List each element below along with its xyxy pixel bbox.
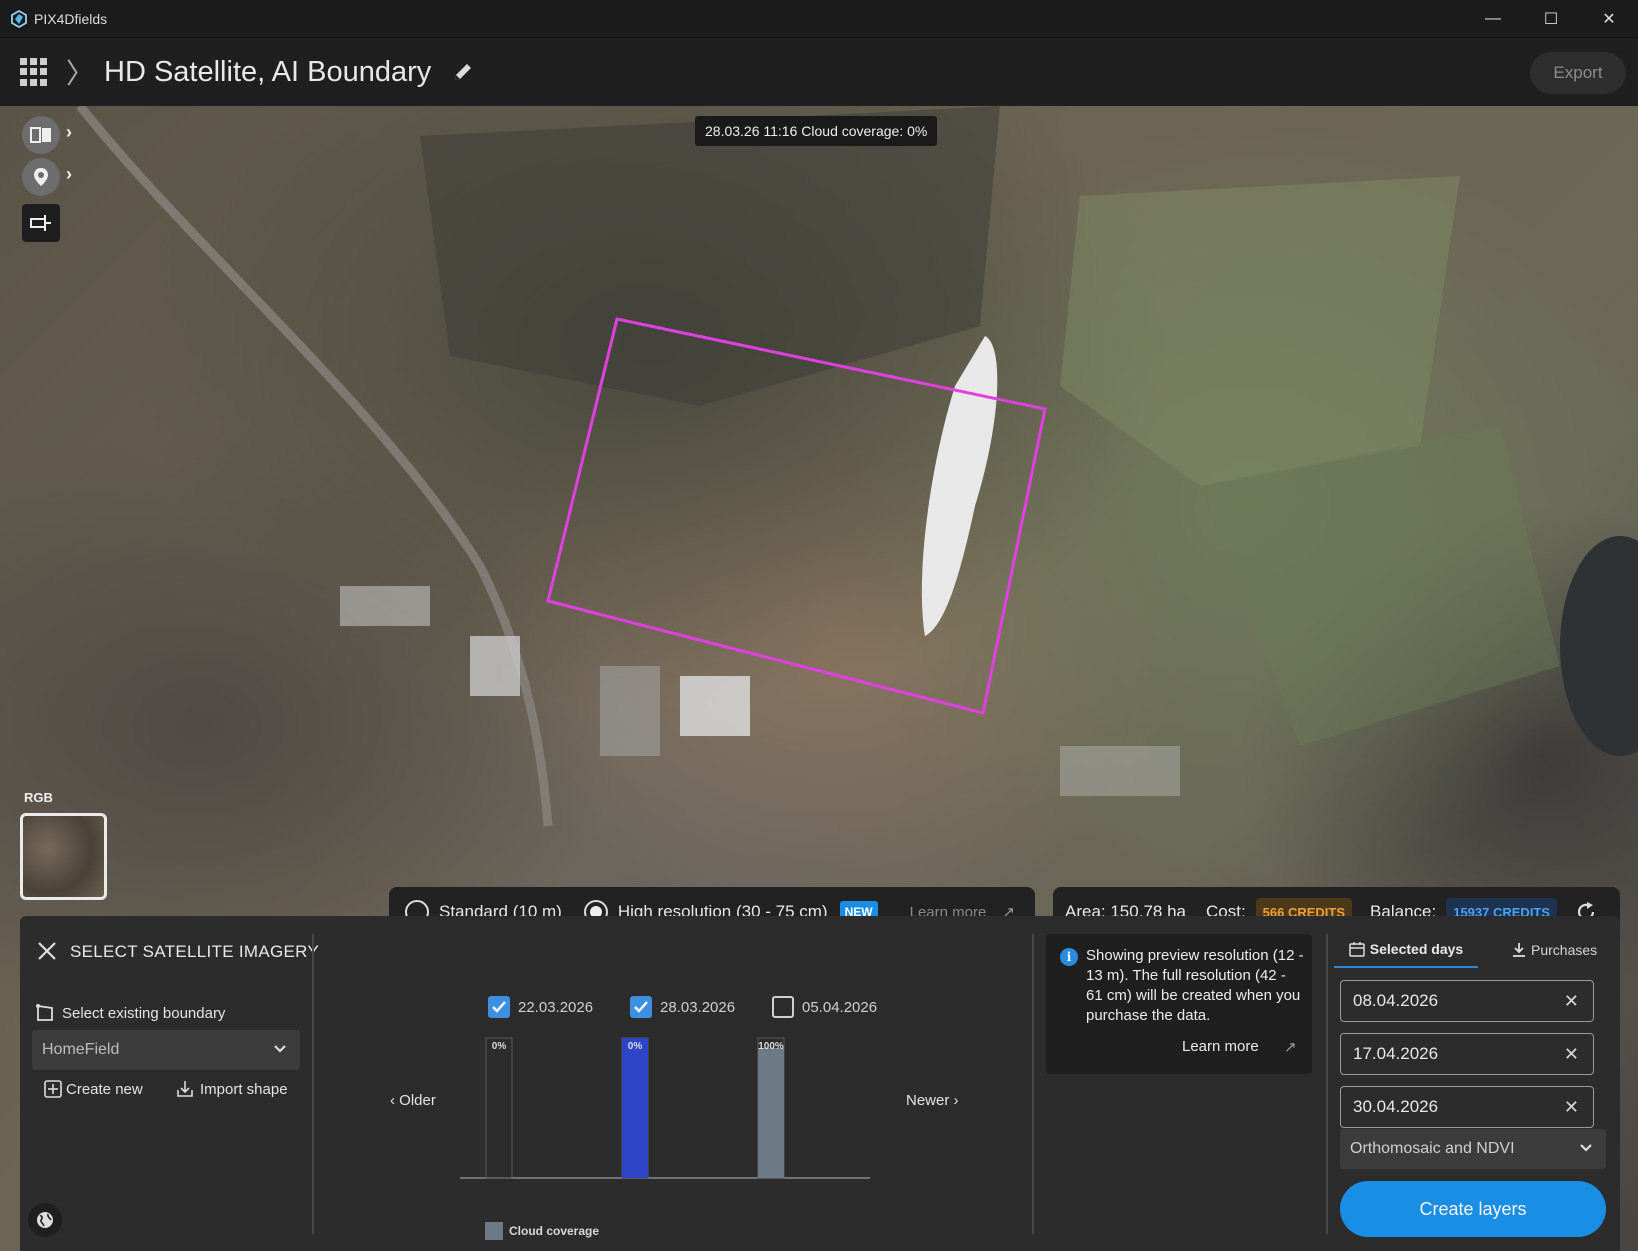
selected-day-field-2[interactable]: 17.04.2026 ✕: [1340, 1033, 1594, 1075]
chart-bar[interactable]: [758, 1048, 784, 1178]
breadcrumb-chevron-icon: 〉: [66, 58, 95, 89]
boundary-shape-icon: [36, 1004, 53, 1021]
import-icon: [177, 1081, 193, 1097]
globe-button[interactable]: [28, 1203, 62, 1237]
selected-day-field-1[interactable]: 08.04.2026 ✕: [1340, 980, 1594, 1022]
panel-title: SELECT SATELLITE IMAGERY: [70, 942, 320, 961]
date-label-3: 05.04.2026: [802, 998, 878, 1016]
date-label-2: 28.03.2026: [660, 998, 736, 1016]
chevron-left-icon: ‹: [390, 1092, 400, 1109]
minimize-button[interactable]: —: [1464, 0, 1522, 38]
selected-day-value-1: 08.04.2026: [1353, 991, 1439, 1010]
chart-column-slot[interactable]: [485, 1037, 513, 1179]
chevron-down-icon: [1580, 1144, 1592, 1152]
chevron-down-icon: [274, 1045, 286, 1053]
cloud-coverage-chart: 0% 0% 100%: [460, 1037, 870, 1179]
download-icon: [1513, 943, 1525, 957]
app-name: PIX4Dfields: [34, 10, 108, 27]
close-panel-icon[interactable]: [36, 940, 58, 962]
apps-grid-icon[interactable]: [20, 58, 48, 86]
output-type-dropdown[interactable]: Orthomosaic and NDVI: [1340, 1129, 1606, 1169]
tab-selected-days[interactable]: Selected days: [1334, 932, 1478, 968]
panel-divider: [312, 934, 314, 1234]
import-shape-label: Import shape: [200, 1080, 288, 1098]
close-window-button[interactable]: ✕: [1580, 0, 1638, 38]
newer-button[interactable]: Newer ›: [906, 1092, 959, 1109]
title-bar: PIX4Dfields — ☐ ✕: [0, 0, 1638, 38]
create-layers-button[interactable]: Create layers: [1340, 1181, 1606, 1237]
chart-value-label: 0%: [628, 1041, 643, 1052]
tab-purchases-label: Purchases: [1531, 942, 1598, 958]
export-button[interactable]: Export: [1530, 52, 1626, 94]
legend-label: Cloud coverage: [509, 1224, 600, 1238]
chart-bar[interactable]: [622, 1038, 648, 1178]
panel-divider: [1032, 934, 1034, 1234]
clear-icon[interactable]: ✕: [1564, 1044, 1579, 1065]
days-tabs: Selected days Purchases: [1334, 932, 1618, 970]
layer-thumbnail[interactable]: [20, 813, 107, 900]
chart-value-label: 0%: [492, 1041, 507, 1052]
tab-purchases[interactable]: Purchases: [1512, 932, 1597, 968]
tab-selected-days-label: Selected days: [1369, 941, 1464, 957]
import-shape-button[interactable]: Import shape: [176, 1080, 288, 1098]
checkbox-checked-icon: [488, 996, 510, 1018]
calendar-icon: [1349, 942, 1365, 957]
checkbox-unchecked-icon: [772, 996, 794, 1018]
map-pin-icon: [34, 168, 48, 186]
date-checkbox-1[interactable]: 22.03.2026: [488, 996, 593, 1018]
chevron-right-icon: ›: [949, 1092, 959, 1109]
image-date-tooltip: 28.03.26 11:16 Cloud coverage: 0%: [695, 116, 938, 146]
external-link-icon[interactable]: ↗: [1284, 1038, 1297, 1056]
info-icon: i: [1060, 948, 1078, 966]
layer-label: RGB: [24, 790, 53, 805]
chart-legend: Cloud coverage: [485, 1222, 599, 1240]
maximize-button[interactable]: ☐: [1522, 0, 1580, 38]
preview-info-box: i Showing preview resolution (12 - 13 m)…: [1046, 934, 1312, 1074]
create-new-button[interactable]: Create new: [44, 1080, 143, 1098]
chart-value-label: 100%: [758, 1041, 784, 1052]
date-label-1: 22.03.2026: [518, 998, 594, 1016]
app-logo-icon: [11, 9, 27, 28]
globe-icon: [37, 1212, 53, 1228]
selected-day-value-2: 17.04.2026: [1353, 1044, 1439, 1063]
layer-compare-tool[interactable]: [22, 116, 60, 154]
legend-swatch: [485, 1222, 503, 1240]
panel-divider: [1326, 934, 1328, 1234]
selected-day-value-3: 30.04.2026: [1353, 1097, 1439, 1116]
boundary-dropdown-value: HomeField: [42, 1041, 120, 1058]
expand-chevron-icon[interactable]: ›: [66, 122, 72, 143]
expand-chevron-icon[interactable]: ›: [66, 164, 72, 185]
select-existing-label: Select existing boundary: [62, 1004, 226, 1022]
select-existing-boundary[interactable]: Select existing boundary: [34, 1002, 225, 1024]
split-view-icon: [30, 127, 51, 143]
measure-tool[interactable]: [22, 204, 60, 242]
older-button[interactable]: ‹ Older: [390, 1092, 436, 1109]
location-tool[interactable]: [22, 158, 60, 196]
info-learn-more-link[interactable]: Learn more: [1182, 1038, 1259, 1055]
edit-title-icon[interactable]: [451, 60, 475, 84]
older-label: Older: [399, 1092, 436, 1109]
boundary-dropdown[interactable]: HomeField: [32, 1030, 300, 1070]
selected-day-field-3[interactable]: 30.04.2026 ✕: [1340, 1086, 1594, 1128]
create-new-label: Create new: [66, 1080, 143, 1098]
add-square-icon: [44, 1080, 62, 1098]
measure-icon: [30, 215, 51, 231]
date-checkbox-3[interactable]: 05.04.2026: [772, 996, 877, 1018]
clear-icon[interactable]: ✕: [1564, 991, 1579, 1012]
page-title: HD Satellite, AI Boundary: [104, 55, 432, 88]
newer-label: Newer: [906, 1092, 950, 1109]
satellite-imagery-panel: SELECT SATELLITE IMAGERY Select existing…: [20, 916, 1620, 1251]
app-header: 〉 HD Satellite, AI Boundary Export: [0, 38, 1638, 106]
date-checkbox-2[interactable]: 28.03.2026: [630, 996, 735, 1018]
output-type-value: Orthomosaic and NDVI: [1350, 1140, 1515, 1157]
info-text: Showing preview resolution (12 - 13 m). …: [1086, 947, 1304, 1024]
clear-icon[interactable]: ✕: [1564, 1097, 1579, 1118]
checkbox-checked-icon: [630, 996, 652, 1018]
